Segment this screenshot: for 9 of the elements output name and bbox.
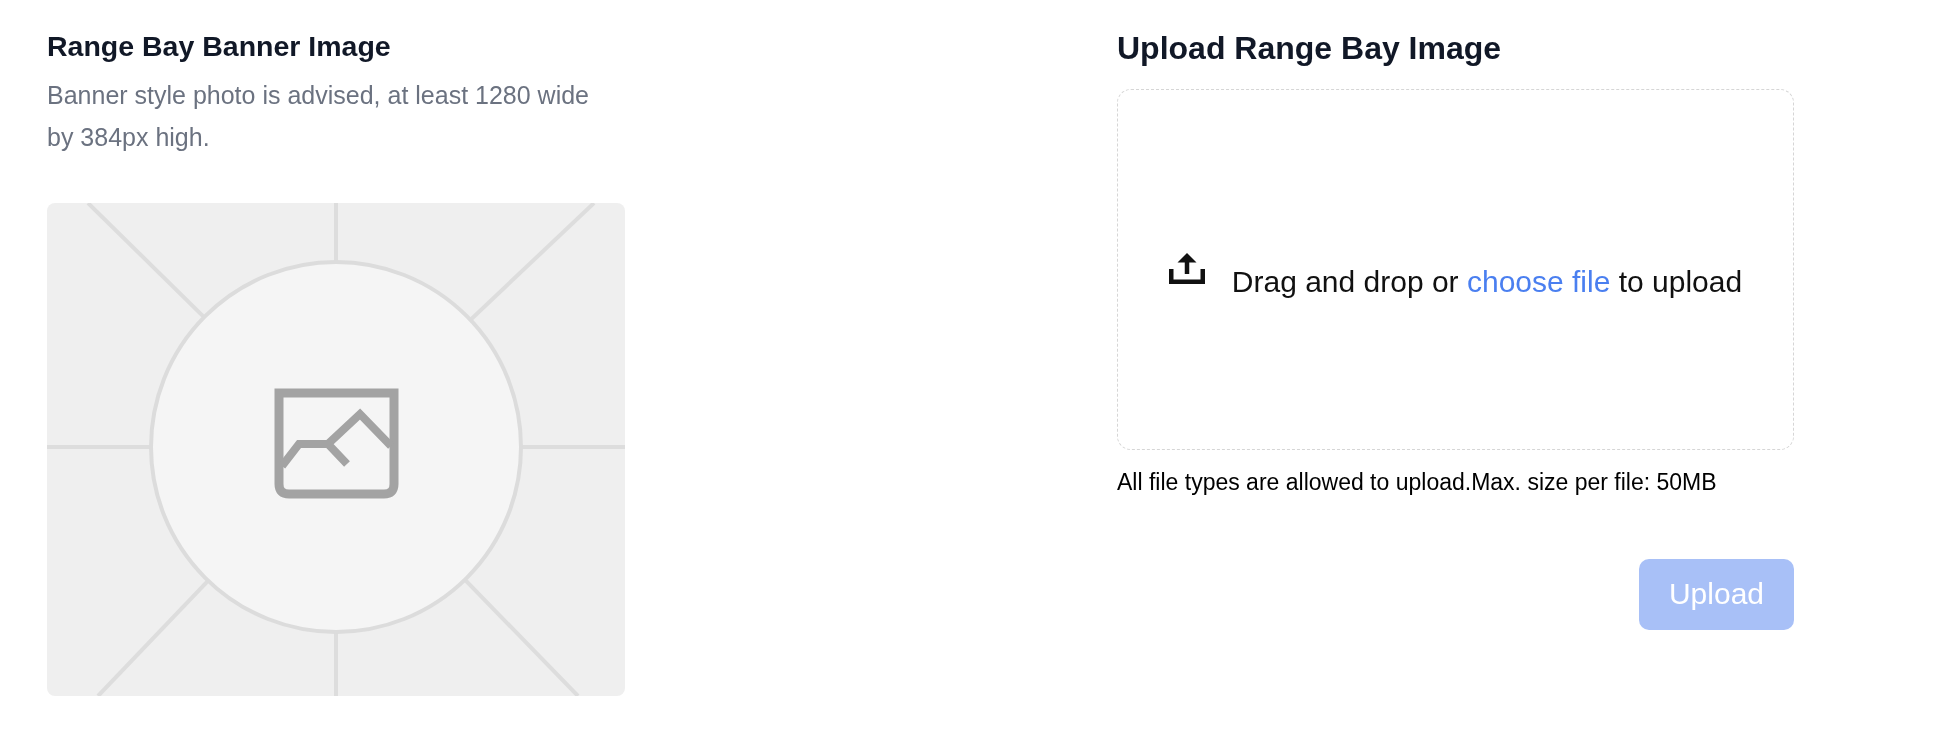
upload-title: Upload Range Bay Image bbox=[1117, 29, 1502, 68]
upload-icon bbox=[1168, 253, 1205, 285]
dropzone-prompt: Drag and drop or choose file to upload bbox=[1231, 264, 1743, 301]
banner-title: Range Bay Banner Image bbox=[47, 29, 391, 64]
upload-limit-note: All file types are allowed to upload.Max. size per file: 50MB bbox=[1117, 469, 1717, 497]
image-icon bbox=[273, 387, 399, 499]
banner-description: Banner style photo is advised, at least 1280 wide by 384px high. bbox=[47, 80, 590, 154]
file-dropzone[interactable]: Drag and drop or choose file to upload bbox=[1117, 89, 1794, 451]
choose-file-link[interactable]: choose file bbox=[1466, 265, 1611, 299]
